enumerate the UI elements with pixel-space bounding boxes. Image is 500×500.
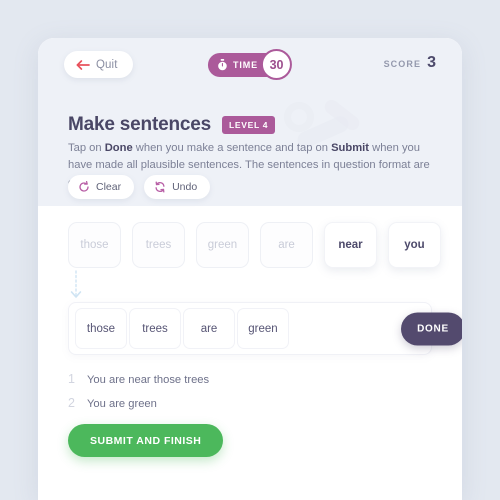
watermark-decoration bbox=[284, 102, 314, 132]
sentence-number: 1 bbox=[68, 372, 75, 386]
word-tile[interactable]: those bbox=[68, 222, 121, 268]
score-label: SCORE bbox=[383, 59, 422, 69]
clear-label: Clear bbox=[96, 181, 122, 193]
page-title: Make sentences bbox=[68, 114, 211, 135]
quit-button[interactable]: Quit bbox=[64, 51, 133, 78]
game-card: Quit TIME 30 SCORE 3 Make sentences LEVE… bbox=[38, 38, 462, 500]
undo-button[interactable]: Undo bbox=[144, 175, 211, 199]
sentence-text: You are near those trees bbox=[87, 374, 210, 386]
instructions-part: when you make a sentence and tap on bbox=[132, 142, 332, 154]
answer-tile[interactable]: trees bbox=[129, 308, 181, 349]
word-tile[interactable]: green bbox=[196, 222, 249, 268]
word-tile[interactable]: you bbox=[388, 222, 441, 268]
time-value: 30 bbox=[269, 57, 284, 72]
watermark-decoration bbox=[321, 97, 363, 133]
sentence-list: 1 You are near those trees 2 You are green bbox=[68, 372, 428, 420]
answer-tile[interactable]: those bbox=[75, 308, 127, 349]
word-tile[interactable]: near bbox=[324, 222, 377, 268]
answer-tiles: those trees are green bbox=[75, 308, 291, 349]
word-tile[interactable]: are bbox=[260, 222, 313, 268]
undo-label: Undo bbox=[172, 181, 198, 193]
action-buttons: Clear Undo bbox=[68, 175, 211, 199]
instructions-part: Tap on bbox=[68, 142, 105, 154]
top-bar: Quit TIME 30 SCORE 3 bbox=[38, 38, 462, 96]
time-value-circle: 30 bbox=[261, 49, 293, 80]
instructions-bold-done: Done bbox=[104, 142, 133, 154]
quit-label: Quit bbox=[96, 58, 118, 71]
word-tile[interactable]: trees bbox=[132, 222, 185, 268]
sentence-number: 2 bbox=[68, 396, 75, 410]
sentence-item: 2 You are green bbox=[68, 396, 428, 410]
word-bank: those trees green are near you bbox=[68, 222, 441, 268]
sentence-text: You are green bbox=[87, 398, 157, 410]
submit-and-finish-button[interactable]: SUBMIT AND FINISH bbox=[68, 424, 224, 457]
clear-button[interactable]: Clear bbox=[68, 175, 135, 199]
refresh-circle-icon bbox=[79, 181, 89, 192]
undo-arrows-icon bbox=[155, 181, 165, 193]
answer-tile[interactable]: are bbox=[183, 308, 235, 349]
drop-arrow-icon bbox=[70, 270, 82, 298]
title-row: Make sentences LEVEL 4 bbox=[68, 114, 276, 136]
time-label: TIME bbox=[232, 59, 259, 70]
instructions-bold-submit: Submit bbox=[331, 142, 369, 154]
score-value: 3 bbox=[427, 54, 436, 71]
answer-tile[interactable]: green bbox=[237, 308, 289, 349]
done-button[interactable]: DONE bbox=[401, 312, 462, 345]
arrow-left-icon bbox=[76, 59, 90, 70]
score-display: SCORE 3 bbox=[384, 54, 436, 72]
sentence-item: 1 You are near those trees bbox=[68, 372, 428, 386]
level-badge: LEVEL 4 bbox=[221, 116, 276, 134]
answer-row[interactable]: those trees are green DONE bbox=[68, 302, 462, 355]
time-badge[interactable]: TIME 30 bbox=[207, 49, 293, 80]
stopwatch-icon bbox=[218, 58, 227, 70]
